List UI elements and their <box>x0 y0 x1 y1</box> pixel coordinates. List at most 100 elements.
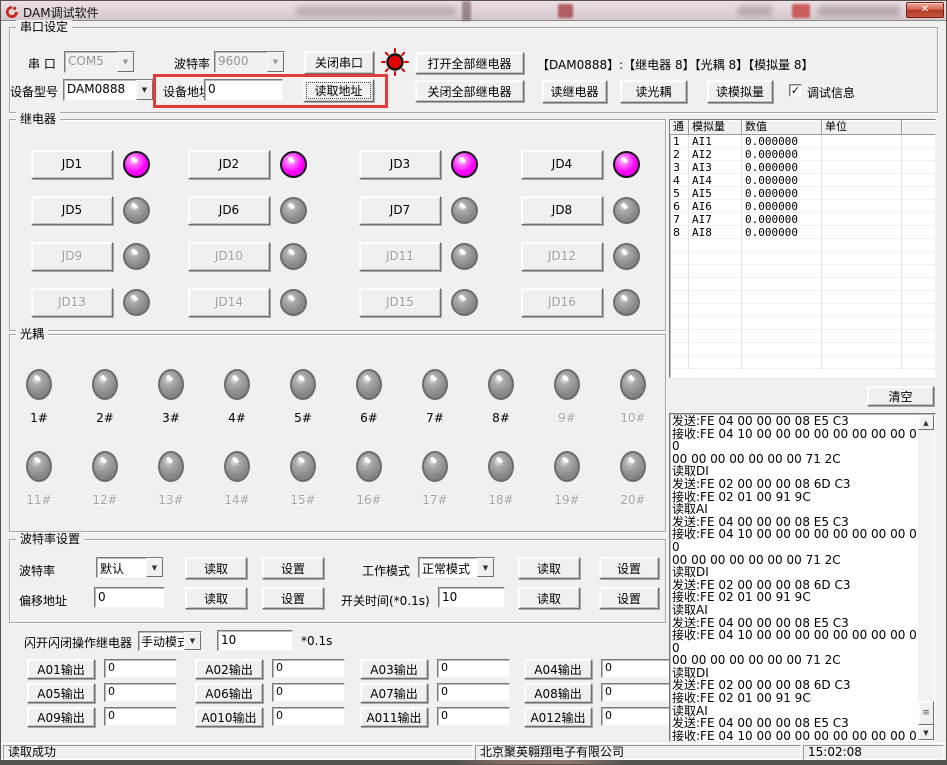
analog-output-input[interactable]: 0 <box>437 683 510 702</box>
analog-output-input[interactable]: 0 <box>104 659 177 678</box>
analog-output-button[interactable]: A04输出 <box>524 659 592 679</box>
relay-button[interactable]: JD12 <box>521 242 603 271</box>
relay-button[interactable]: JD7 <box>359 196 441 225</box>
analog-table-row[interactable]: 4 AI4 0.000000 <box>670 174 935 187</box>
analog-table-row[interactable] <box>670 343 935 356</box>
flash-time-input[interactable]: 10 <box>217 630 293 651</box>
switch-set-button[interactable]: 设置 <box>599 587 659 609</box>
mode-set-button[interactable]: 设置 <box>599 557 659 579</box>
analog-table-row[interactable]: 6 AI6 0.000000 <box>670 200 935 213</box>
analog-table-row[interactable] <box>670 356 935 369</box>
log-scrollbar[interactable]: ▲ ≡ ▼ <box>918 415 934 740</box>
work-mode-select[interactable]: 正常模式 ▼ <box>418 557 495 578</box>
titlebar[interactable]: DAM调试软件 ✕ <box>1 1 947 21</box>
analog-output-input[interactable]: 0 <box>437 707 510 726</box>
analog-output-button[interactable]: A012输出 <box>524 707 592 727</box>
analog-output-button[interactable]: A05输出 <box>27 683 95 703</box>
analog-output-button[interactable]: A07输出 <box>360 683 428 703</box>
debug-log[interactable]: 发送:FE 04 00 00 00 08 E5 C3接收:FE 04 10 00… <box>669 413 936 742</box>
clear-log-button[interactable]: 清空 <box>867 386 934 406</box>
analog-output-input[interactable]: 0 <box>437 659 510 678</box>
close-all-relays-button[interactable]: 关闭全部继电器 <box>415 80 524 102</box>
analog-table-row[interactable]: 3 AI3 0.000000 <box>670 161 935 174</box>
chevron-down-icon[interactable]: ▼ <box>136 80 153 100</box>
analog-output-button[interactable]: A01输出 <box>27 659 95 679</box>
analog-table-row[interactable] <box>670 317 935 330</box>
analog-table-row[interactable] <box>670 252 935 265</box>
baud-setting-select[interactable]: 默认 ▼ <box>96 557 164 578</box>
analog-table-row[interactable] <box>670 239 935 252</box>
open-all-relays-button[interactable]: 打开全部继电器 <box>415 52 524 74</box>
col-header-unit[interactable]: 单位 <box>822 120 902 135</box>
analog-output-input[interactable]: 0 <box>104 707 177 726</box>
relay-button[interactable]: JD6 <box>188 196 270 225</box>
analog-output-input[interactable]: 0 <box>272 707 345 726</box>
analog-output-input[interactable]: 0 <box>601 659 674 678</box>
relay-button[interactable]: JD16 <box>521 288 603 317</box>
relay-button[interactable]: JD2 <box>188 150 270 179</box>
close-serial-button[interactable]: 关闭串口 <box>304 51 374 74</box>
switch-read-button[interactable]: 读取 <box>518 587 580 609</box>
analog-table-row[interactable]: 2 AI2 0.000000 <box>670 148 935 161</box>
chevron-down-icon[interactable]: ▼ <box>477 558 494 577</box>
serial-port-select[interactable]: COM5 ▼ <box>64 51 135 73</box>
analog-table-row[interactable] <box>670 330 935 343</box>
read-addr-button[interactable]: 读取地址 <box>303 79 374 102</box>
debug-info-checkbox[interactable]: ✓ <box>789 84 802 97</box>
relay-button[interactable]: JD11 <box>359 242 441 271</box>
relay-button[interactable]: JD15 <box>359 288 441 317</box>
analog-table-row[interactable]: 1 AI1 0.000000 <box>670 135 935 148</box>
analog-output-button[interactable]: A010输出 <box>195 707 263 727</box>
analog-output-button[interactable]: A08输出 <box>524 683 592 703</box>
relay-button[interactable]: JD8 <box>521 196 603 225</box>
analog-output-button[interactable]: A011输出 <box>360 707 428 727</box>
analog-output-input[interactable]: 0 <box>601 707 674 726</box>
device-addr-input[interactable]: 0 <box>204 79 283 101</box>
close-button[interactable]: ✕ <box>906 2 944 18</box>
baud-set-button[interactable]: 设置 <box>262 557 324 579</box>
analog-output-button[interactable]: A02输出 <box>195 659 263 679</box>
col-header-name[interactable]: 模拟量 <box>689 120 742 135</box>
scroll-up-button[interactable]: ▲ <box>918 415 934 430</box>
chevron-down-icon[interactable]: ▼ <box>267 52 284 72</box>
relay-button[interactable]: JD3 <box>359 150 441 179</box>
relay-button[interactable]: JD5 <box>31 196 113 225</box>
analog-table-row[interactable]: 5 AI5 0.000000 <box>670 187 935 200</box>
device-model-select[interactable]: DAM0888 ▼ <box>63 79 154 101</box>
analog-table-row[interactable] <box>670 278 935 291</box>
analog-table-row[interactable] <box>670 291 935 304</box>
read-opto-button[interactable]: 读光耦 <box>620 80 687 103</box>
analog-output-input[interactable]: 0 <box>272 659 345 678</box>
offset-set-button[interactable]: 设置 <box>262 587 324 609</box>
switch-time-input[interactable]: 10 <box>438 587 505 608</box>
relay-button[interactable]: JD10 <box>188 242 270 271</box>
analog-output-input[interactable]: 0 <box>601 683 674 702</box>
scrollbar-thumb[interactable]: ≡ <box>918 701 934 725</box>
scroll-down-button[interactable]: ▼ <box>918 725 934 740</box>
relay-button[interactable]: JD4 <box>521 150 603 179</box>
analog-output-button[interactable]: A09输出 <box>27 707 95 727</box>
relay-button[interactable]: JD9 <box>31 242 113 271</box>
analog-output-input[interactable]: 0 <box>104 683 177 702</box>
analog-table-row[interactable] <box>670 265 935 278</box>
analog-table-row[interactable]: 7 AI7 0.000000 <box>670 213 935 226</box>
baud-read-button[interactable]: 读取 <box>185 557 247 579</box>
read-analog-button[interactable]: 读模拟量 <box>707 80 773 103</box>
analog-output-button[interactable]: A03输出 <box>360 659 428 679</box>
baud-select[interactable]: 9600 ▼ <box>214 51 285 73</box>
offset-read-button[interactable]: 读取 <box>185 587 247 609</box>
read-relay-button[interactable]: 读继电器 <box>542 80 607 103</box>
chevron-down-icon[interactable]: ▼ <box>117 52 134 72</box>
col-header-channel[interactable]: 通 <box>670 120 689 135</box>
col-header-value[interactable]: 数值 <box>742 120 822 135</box>
analog-table-row[interactable]: 8 AI8 0.000000 <box>670 226 935 239</box>
mode-read-button[interactable]: 读取 <box>518 557 580 579</box>
analog-table-row[interactable] <box>670 304 935 317</box>
relay-button[interactable]: JD13 <box>31 288 113 317</box>
offset-addr-input[interactable]: 0 <box>94 587 165 608</box>
chevron-down-icon[interactable]: ▼ <box>184 632 201 650</box>
relay-button[interactable]: JD1 <box>31 150 113 179</box>
flash-mode-select[interactable]: 手动模式 ▼ <box>138 631 202 651</box>
relay-button[interactable]: JD14 <box>188 288 270 317</box>
chevron-down-icon[interactable]: ▼ <box>146 558 163 577</box>
